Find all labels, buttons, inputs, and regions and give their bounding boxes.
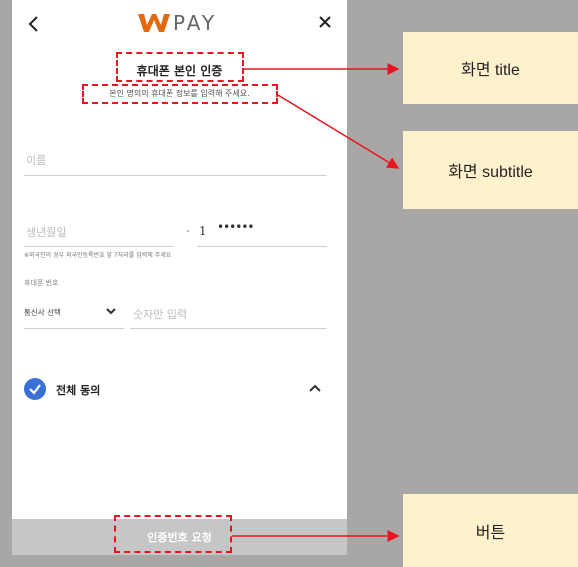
subtitle-callout-text: 화면 subtitle	[448, 164, 533, 181]
button-callout-text: 버튼	[475, 524, 506, 542]
title-callout: 화면 title	[403, 32, 578, 104]
title-callout-text: 화면 title	[461, 62, 520, 79]
subtitle-arrow	[277, 94, 400, 169]
button-callout: 버튼	[403, 494, 578, 567]
subtitle-callout: 화면 subtitle	[403, 131, 578, 209]
